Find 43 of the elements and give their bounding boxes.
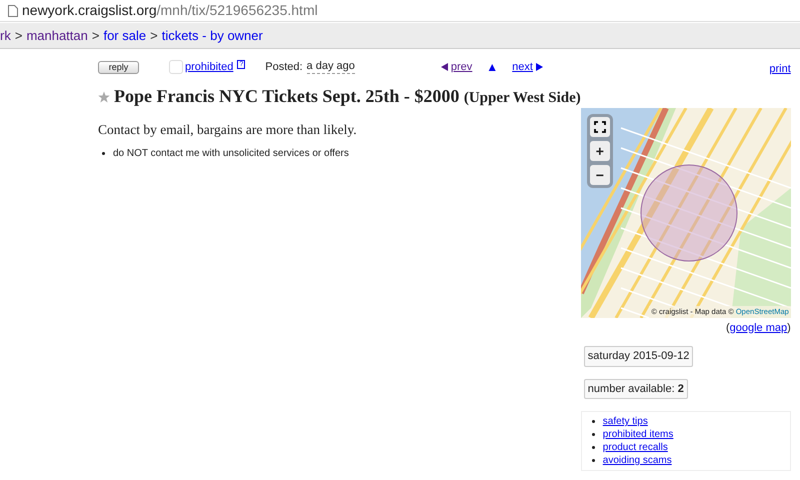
favorite-star-icon[interactable] [98, 90, 110, 102]
google-map-link[interactable]: google map [730, 320, 788, 336]
help-link[interactable]: prohibited items [602, 427, 674, 442]
posted-time: a day ago [306, 60, 355, 74]
print-link[interactable]: print [769, 61, 791, 78]
bullet-icon [102, 152, 105, 156]
reply-button[interactable]: reply [98, 60, 139, 74]
zoom-in-button[interactable]: + [590, 140, 610, 160]
help-link[interactable]: safety tips [602, 414, 648, 429]
url-text: newyork.craigslist.org/mnh/tix/5219656235.html [22, 1, 318, 20]
notice-text: do NOT contact me with unsolicited services or offers [113, 147, 349, 162]
posting-title: Pope Francis NYC Tickets Sept. 25th - $2000 (Upper West Side) [114, 85, 581, 108]
posting-body: Contact by email, bargains are more than likely. [98, 121, 358, 139]
posted-label: Posted: [265, 60, 303, 75]
attribute-tag: number available: 2 [584, 378, 688, 399]
breadcrumb-separator: > [92, 26, 100, 45]
attribute-tag: saturday 2015-09-12 [584, 346, 694, 366]
breadcrumb-link[interactable]: manhattan [26, 26, 88, 46]
prohibited-link[interactable]: prohibited [185, 58, 234, 76]
address-bar[interactable]: newyork.craigslist.org/mnh/tix/5219656235.html [0, 0, 800, 22]
help-link[interactable]: product recalls [602, 440, 668, 455]
parenthesis: ( [726, 320, 730, 336]
parenthesis: ) [787, 320, 791, 336]
fullscreen-icon [594, 120, 606, 132]
page-icon [8, 4, 18, 16]
breadcrumb-link[interactable]: rk [0, 26, 11, 46]
prev-link[interactable]: prev [440, 58, 472, 76]
bullet-icon [592, 420, 595, 423]
breadcrumb-separator: > [150, 26, 158, 45]
help-link[interactable]: avoiding scams [602, 453, 672, 468]
breadcrumb-separator: > [14, 26, 22, 45]
zoom-out-button[interactable]: − [590, 164, 610, 184]
prohibited-checkbox[interactable] [169, 60, 183, 74]
up-link[interactable]: ▲ [486, 58, 498, 76]
bullet-icon [592, 446, 595, 449]
bullet-icon [592, 459, 595, 462]
breadcrumb-link[interactable]: tickets - by owner [162, 26, 263, 46]
left-triangle-icon [440, 63, 448, 71]
fullscreen-button[interactable] [590, 116, 610, 136]
breadcrumb-link[interactable]: for sale [103, 26, 146, 46]
next-link[interactable]: next [512, 58, 543, 76]
bullet-icon [592, 433, 595, 436]
right-triangle-icon [536, 63, 543, 71]
